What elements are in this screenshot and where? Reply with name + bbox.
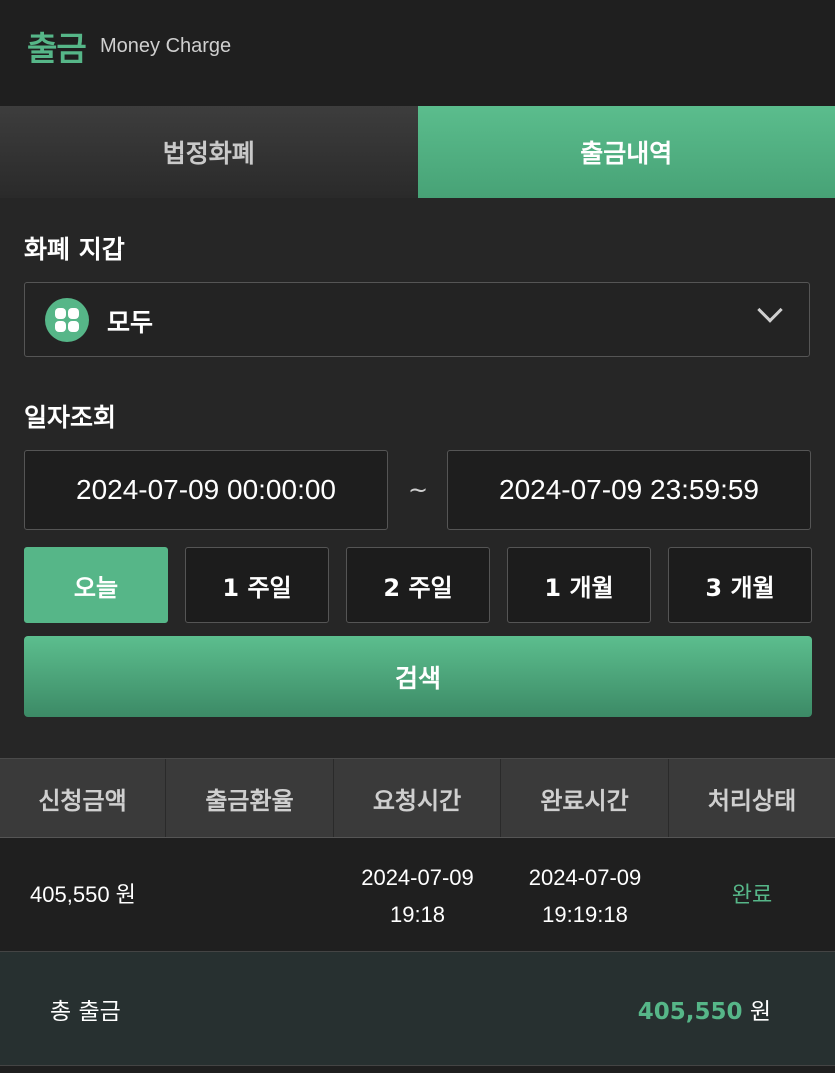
total-label: 총 출금 [50,999,121,1025]
wallet-label: 화폐 지갑 [24,235,125,264]
total-amount: 405,550 [637,999,743,1025]
complete-time: 19:19:18 [542,902,628,927]
date-separator: ~ [408,476,429,504]
range-1month-button[interactable]: 1 개월 [507,547,651,623]
col-request-amount: 신청금액 [0,759,166,837]
tab-bar: 법정화폐 출금내역 [0,106,835,198]
total-row: 총 출금 405,550 원 [0,952,835,1066]
status-badge: 완료 [731,882,773,907]
header: 출금 Money Charge [0,0,835,106]
start-date-input[interactable]: 2024-07-09 00:00:00 [24,450,388,530]
request-time: 19:18 [389,902,446,927]
col-exchange-rate: 출금환율 [166,759,334,837]
row-request-time: 2024-07-09 19:18 [334,859,501,933]
page-subtitle: Money Charge [100,35,232,57]
range-2week-button[interactable]: 2 주일 [346,547,490,623]
date-query-label: 일자조회 [24,403,117,432]
request-date: 2024-07-09 [361,865,474,890]
wallet-select[interactable]: 모두 [24,282,810,357]
total-value: 405,550 원 [638,992,771,1026]
table-header: 신청금액 출금환율 요청시간 완료시간 처리상태 [0,758,835,838]
wallet-selected-value: 모두 [107,308,154,337]
row-complete-time: 2024-07-09 19:19:18 [501,859,669,933]
col-request-time: 요청시간 [334,759,501,837]
search-button[interactable]: 검색 [24,636,812,717]
col-complete-time: 완료시간 [501,759,669,837]
range-3month-button[interactable]: 3 개월 [668,547,812,623]
chevron-down-icon [757,297,783,323]
range-1week-button[interactable]: 1 주일 [185,547,329,623]
range-today-button[interactable]: 오늘 [24,547,168,623]
grid-four-icon [45,298,89,342]
total-unit: 원 [749,999,771,1025]
end-date-input[interactable]: 2024-07-09 23:59:59 [447,450,811,530]
table-row: 405,550 원 2024-07-09 19:18 2024-07-09 19… [0,838,835,952]
complete-date: 2024-07-09 [528,865,642,890]
tab-fiat[interactable]: 법정화폐 [0,106,418,198]
tab-withdraw-history[interactable]: 출금내역 [417,106,835,198]
row-amount: 405,550 원 [30,882,136,907]
filter-panel: 화폐 지갑 모두 일자조회 2024-07-09 00:00:00 ~ 2024… [0,198,835,758]
col-status: 처리상태 [707,786,797,815]
page-title: 출금 [27,29,87,68]
